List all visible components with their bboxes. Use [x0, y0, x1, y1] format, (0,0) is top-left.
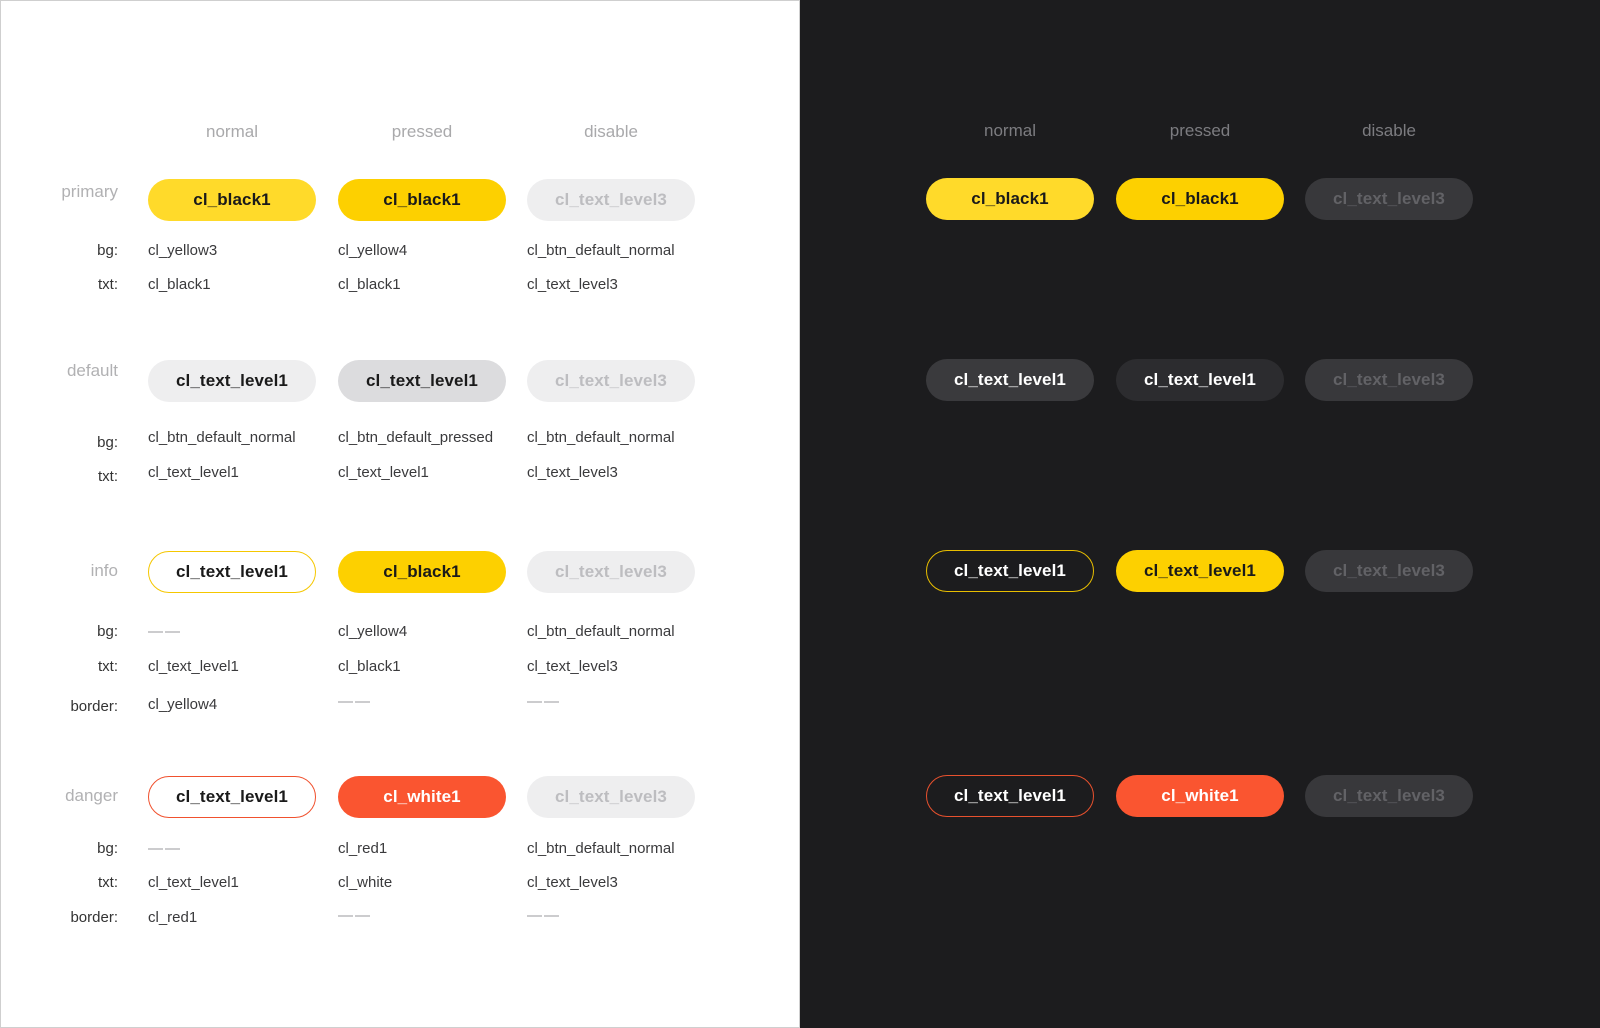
spec-value: cl_btn_default_pressed	[338, 429, 494, 446]
spec-value: ——	[527, 907, 561, 924]
spec-value: cl_text_level3	[527, 276, 618, 293]
column-header-disable: disable	[584, 122, 638, 141]
column-header-normal: normal	[206, 122, 258, 141]
danger-pressed-button[interactable]: cl_white1	[338, 776, 506, 818]
light-theme-panel: normal pressed disable primary cl_black1…	[0, 0, 800, 1028]
spec-value: cl_text_level3	[527, 874, 618, 891]
primary-pressed-button[interactable]: cl_black1	[338, 179, 506, 221]
spec-value: cl_yellow4	[148, 696, 218, 713]
default-pressed-button[interactable]: cl_text_level1	[338, 360, 506, 402]
spec-label-txt: txt:	[97, 874, 118, 891]
spec-value: ——	[338, 907, 372, 924]
dark-info-disabled-button[interactable]: cl_text_level3	[1305, 550, 1473, 592]
column-header-normal: normal	[984, 121, 1036, 140]
spec-value: cl_btn_default_normal	[148, 429, 296, 446]
dark-info-pressed-button[interactable]: cl_text_level1	[1116, 550, 1284, 592]
dark-primary-pressed-button[interactable]: cl_black1	[1116, 178, 1284, 220]
spec-value: cl_btn_default_normal	[527, 242, 675, 259]
spec-value: cl_btn_default_normal	[527, 840, 675, 857]
dark-danger-pressed-button[interactable]: cl_white1	[1116, 775, 1284, 817]
spec-label-txt: txt:	[97, 276, 118, 293]
spec-value: cl_text_level1	[148, 464, 239, 481]
spec-value: cl_text_level3	[527, 658, 618, 675]
spec-value: ——	[148, 840, 182, 857]
dark-default-pressed-button[interactable]: cl_text_level1	[1116, 359, 1284, 401]
spec-value: cl_yellow4	[338, 242, 408, 259]
danger-disabled-button[interactable]: cl_text_level3	[527, 776, 695, 818]
primary-disabled-button[interactable]: cl_text_level3	[527, 179, 695, 221]
spec-value: cl_btn_default_normal	[527, 623, 675, 640]
info-pressed-button[interactable]: cl_black1	[338, 551, 506, 593]
info-disabled-button[interactable]: cl_text_level3	[527, 551, 695, 593]
column-header-disable: disable	[1362, 121, 1416, 140]
row-label-default: default	[66, 361, 118, 380]
dark-danger-disabled-button[interactable]: cl_text_level3	[1305, 775, 1473, 817]
spec-value: ——	[527, 693, 561, 710]
dark-danger-normal-button[interactable]: cl_text_level1	[926, 775, 1094, 817]
spec-label-bg: bg:	[97, 840, 118, 857]
spec-value: cl_text_level1	[338, 464, 429, 481]
spec-value: cl_black1	[338, 658, 401, 675]
row-label-primary: primary	[61, 182, 118, 201]
dark-primary-normal-button[interactable]: cl_black1	[926, 178, 1094, 220]
dark-primary-disabled-button[interactable]: cl_text_level3	[1305, 178, 1473, 220]
spec-value: cl_black1	[148, 276, 211, 293]
spec-value: cl_yellow4	[338, 623, 408, 640]
danger-normal-button[interactable]: cl_text_level1	[148, 776, 316, 818]
spec-value: cl_btn_default_normal	[527, 429, 675, 446]
dark-default-normal-button[interactable]: cl_text_level1	[926, 359, 1094, 401]
column-header-pressed: pressed	[391, 122, 453, 141]
row-label-danger: danger	[65, 786, 118, 805]
row-label-info: info	[90, 561, 118, 580]
spec-value: cl_red1	[148, 909, 198, 926]
spec-label-bg: bg:	[97, 434, 118, 451]
dark-info-normal-button[interactable]: cl_text_level1	[926, 550, 1094, 592]
spec-label-bg: bg:	[97, 242, 118, 259]
spec-value: cl_white	[338, 874, 393, 891]
spec-label-border: border:	[70, 698, 118, 715]
spec-label-txt: txt:	[97, 468, 118, 485]
spec-value: cl_text_level1	[148, 874, 239, 891]
default-normal-button[interactable]: cl_text_level1	[148, 360, 316, 402]
info-normal-button[interactable]: cl_text_level1	[148, 551, 316, 593]
spec-value: ——	[148, 623, 182, 640]
spec-value: cl_yellow3	[148, 242, 218, 259]
spec-value: cl_black1	[338, 276, 401, 293]
spec-value: ——	[338, 693, 372, 710]
default-disabled-button[interactable]: cl_text_level3	[527, 360, 695, 402]
column-header-pressed: pressed	[1169, 121, 1231, 140]
spec-label-border: border:	[70, 909, 118, 926]
spec-label-txt: txt:	[97, 658, 118, 675]
spec-label-bg: bg:	[97, 623, 118, 640]
spec-value: cl_text_level1	[148, 658, 239, 675]
spec-value: cl_text_level3	[527, 464, 618, 481]
primary-normal-button[interactable]: cl_black1	[148, 179, 316, 221]
dark-default-disabled-button[interactable]: cl_text_level3	[1305, 359, 1473, 401]
spec-value: cl_red1	[338, 840, 388, 857]
dark-theme-panel: normal pressed disable cl_black1 cl_blac…	[800, 0, 1600, 1028]
